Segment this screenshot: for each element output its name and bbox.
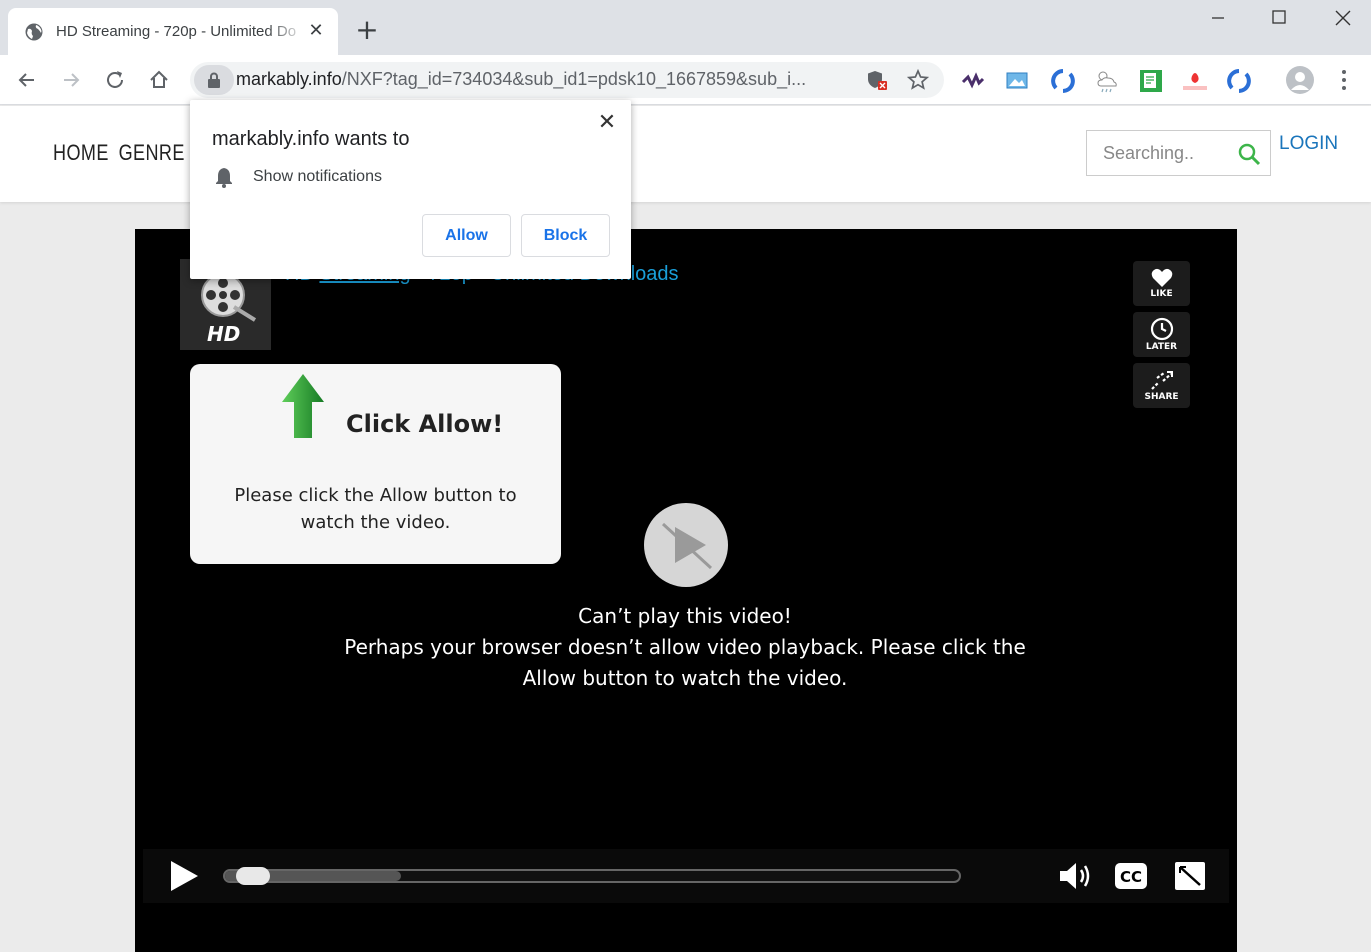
extension-wave-icon[interactable] bbox=[960, 68, 986, 94]
login-link[interactable]: LOGIN bbox=[1279, 133, 1338, 155]
url-host: markably.info bbox=[236, 69, 342, 89]
up-arrow-icon bbox=[282, 374, 324, 438]
progress-knob[interactable] bbox=[236, 867, 270, 885]
permission-title: markably.info wants to bbox=[212, 128, 410, 150]
heart-icon bbox=[1151, 268, 1172, 287]
back-arrow-icon[interactable] bbox=[12, 65, 42, 95]
block-button[interactable]: Block bbox=[521, 214, 610, 257]
video-player: HD HD Streaming - 720p - Unlimited Downl… bbox=[135, 229, 1237, 952]
share-icon bbox=[1150, 371, 1173, 390]
url-path: /NXF?tag_id=734034&sub_id1=pdsk10_166785… bbox=[341, 69, 807, 89]
extension-pdf-icon[interactable] bbox=[1138, 68, 1164, 94]
reload-icon[interactable] bbox=[100, 65, 130, 95]
site-nav: HOME GENRE C bbox=[53, 140, 208, 166]
extension-bestprice-icon[interactable] bbox=[1182, 68, 1208, 94]
click-allow-title: Click Allow! bbox=[346, 410, 504, 438]
volume-icon[interactable] bbox=[1058, 860, 1094, 892]
fullscreen-icon[interactable] bbox=[1172, 860, 1208, 892]
error-desc: Perhaps your browser doesn’t allow video… bbox=[344, 635, 1026, 690]
blocked-shield-icon[interactable] bbox=[866, 69, 888, 91]
lock-icon bbox=[208, 72, 220, 88]
like-label: LIKE bbox=[1150, 289, 1173, 299]
forward-arrow-icon[interactable] bbox=[56, 65, 86, 95]
search-input[interactable]: Searching.. bbox=[1086, 130, 1271, 176]
clock-icon bbox=[1150, 317, 1173, 341]
like-button[interactable]: LIKE bbox=[1133, 261, 1190, 306]
bell-icon bbox=[216, 168, 232, 188]
search-placeholder: Searching.. bbox=[1103, 143, 1195, 163]
svg-text:CC: CC bbox=[1120, 868, 1142, 886]
click-allow-desc: Please click the Allow button to watch t… bbox=[234, 485, 517, 533]
click-allow-card: Click Allow! Please click the Allow butt… bbox=[190, 364, 561, 564]
extension-weather-icon[interactable] bbox=[1094, 68, 1120, 94]
extension-photo-icon[interactable] bbox=[1005, 68, 1031, 94]
watch-later-button[interactable]: LATER bbox=[1133, 312, 1190, 357]
minimize-icon[interactable] bbox=[1195, 6, 1241, 32]
tab-close-icon[interactable]: ✕ bbox=[306, 21, 326, 41]
kebab-menu-icon[interactable] bbox=[1336, 67, 1352, 93]
site-info-button[interactable] bbox=[194, 65, 234, 95]
permission-item-text: Show notifications bbox=[253, 168, 382, 185]
later-label: LATER bbox=[1145, 342, 1178, 352]
play-disabled-icon[interactable] bbox=[643, 502, 729, 588]
progress-bar[interactable] bbox=[223, 869, 961, 883]
extension-sync-icon[interactable] bbox=[1050, 68, 1076, 94]
player-controls: CC bbox=[143, 849, 1229, 903]
globe-icon bbox=[25, 23, 43, 40]
thumb-hd-label: HD bbox=[207, 322, 240, 346]
notification-permission-dialog: markably.info wants to ✕ Show notificati… bbox=[190, 100, 631, 279]
maximize-icon[interactable] bbox=[1256, 6, 1302, 32]
home-icon[interactable] bbox=[144, 65, 174, 95]
address-bar[interactable]: markably.info/NXF?tag_id=734034&sub_id1=… bbox=[190, 62, 944, 98]
nav-home[interactable]: HOME bbox=[53, 140, 109, 166]
tab-title: HD Streaming - 720p - Unlimited Download… bbox=[56, 23, 296, 40]
error-title: Can’t play this video! bbox=[578, 604, 792, 628]
browser-tab[interactable]: HD Streaming - 720p - Unlimited Download… bbox=[8, 8, 338, 55]
browser-titlebar: HD Streaming - 720p - Unlimited Download… bbox=[0, 0, 1371, 55]
share-button[interactable]: SHARE bbox=[1133, 363, 1190, 408]
url-text: markably.info/NXF?tag_id=734034&sub_id1=… bbox=[236, 69, 806, 90]
play-icon[interactable] bbox=[167, 859, 201, 893]
profile-avatar[interactable] bbox=[1286, 66, 1314, 94]
extension-sync2-icon[interactable] bbox=[1226, 68, 1252, 94]
nav-genre[interactable]: GENRE bbox=[119, 140, 185, 166]
playback-error: Can’t play this video! Perhaps your brow… bbox=[335, 601, 1035, 694]
browser-toolbar: markably.info/NXF?tag_id=734034&sub_id1=… bbox=[0, 55, 1371, 105]
search-icon[interactable] bbox=[1237, 142, 1261, 166]
new-tab-button[interactable]: + bbox=[352, 16, 382, 46]
tab-title-fade bbox=[266, 18, 306, 44]
captions-icon[interactable]: CC bbox=[1113, 860, 1149, 892]
person-icon bbox=[1291, 72, 1309, 90]
permission-close-icon[interactable]: ✕ bbox=[595, 111, 619, 135]
star-icon[interactable] bbox=[907, 69, 929, 91]
share-label: SHARE bbox=[1144, 392, 1179, 402]
window-close-icon[interactable] bbox=[1320, 6, 1366, 32]
allow-button[interactable]: Allow bbox=[422, 214, 511, 257]
